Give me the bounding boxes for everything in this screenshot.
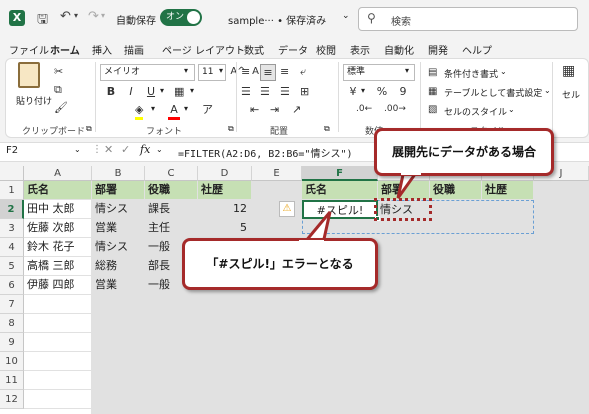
bottom-arrow-join — [299, 240, 324, 245]
arrow-covers — [299, 171, 421, 245]
top-arrow-join — [401, 171, 421, 175]
